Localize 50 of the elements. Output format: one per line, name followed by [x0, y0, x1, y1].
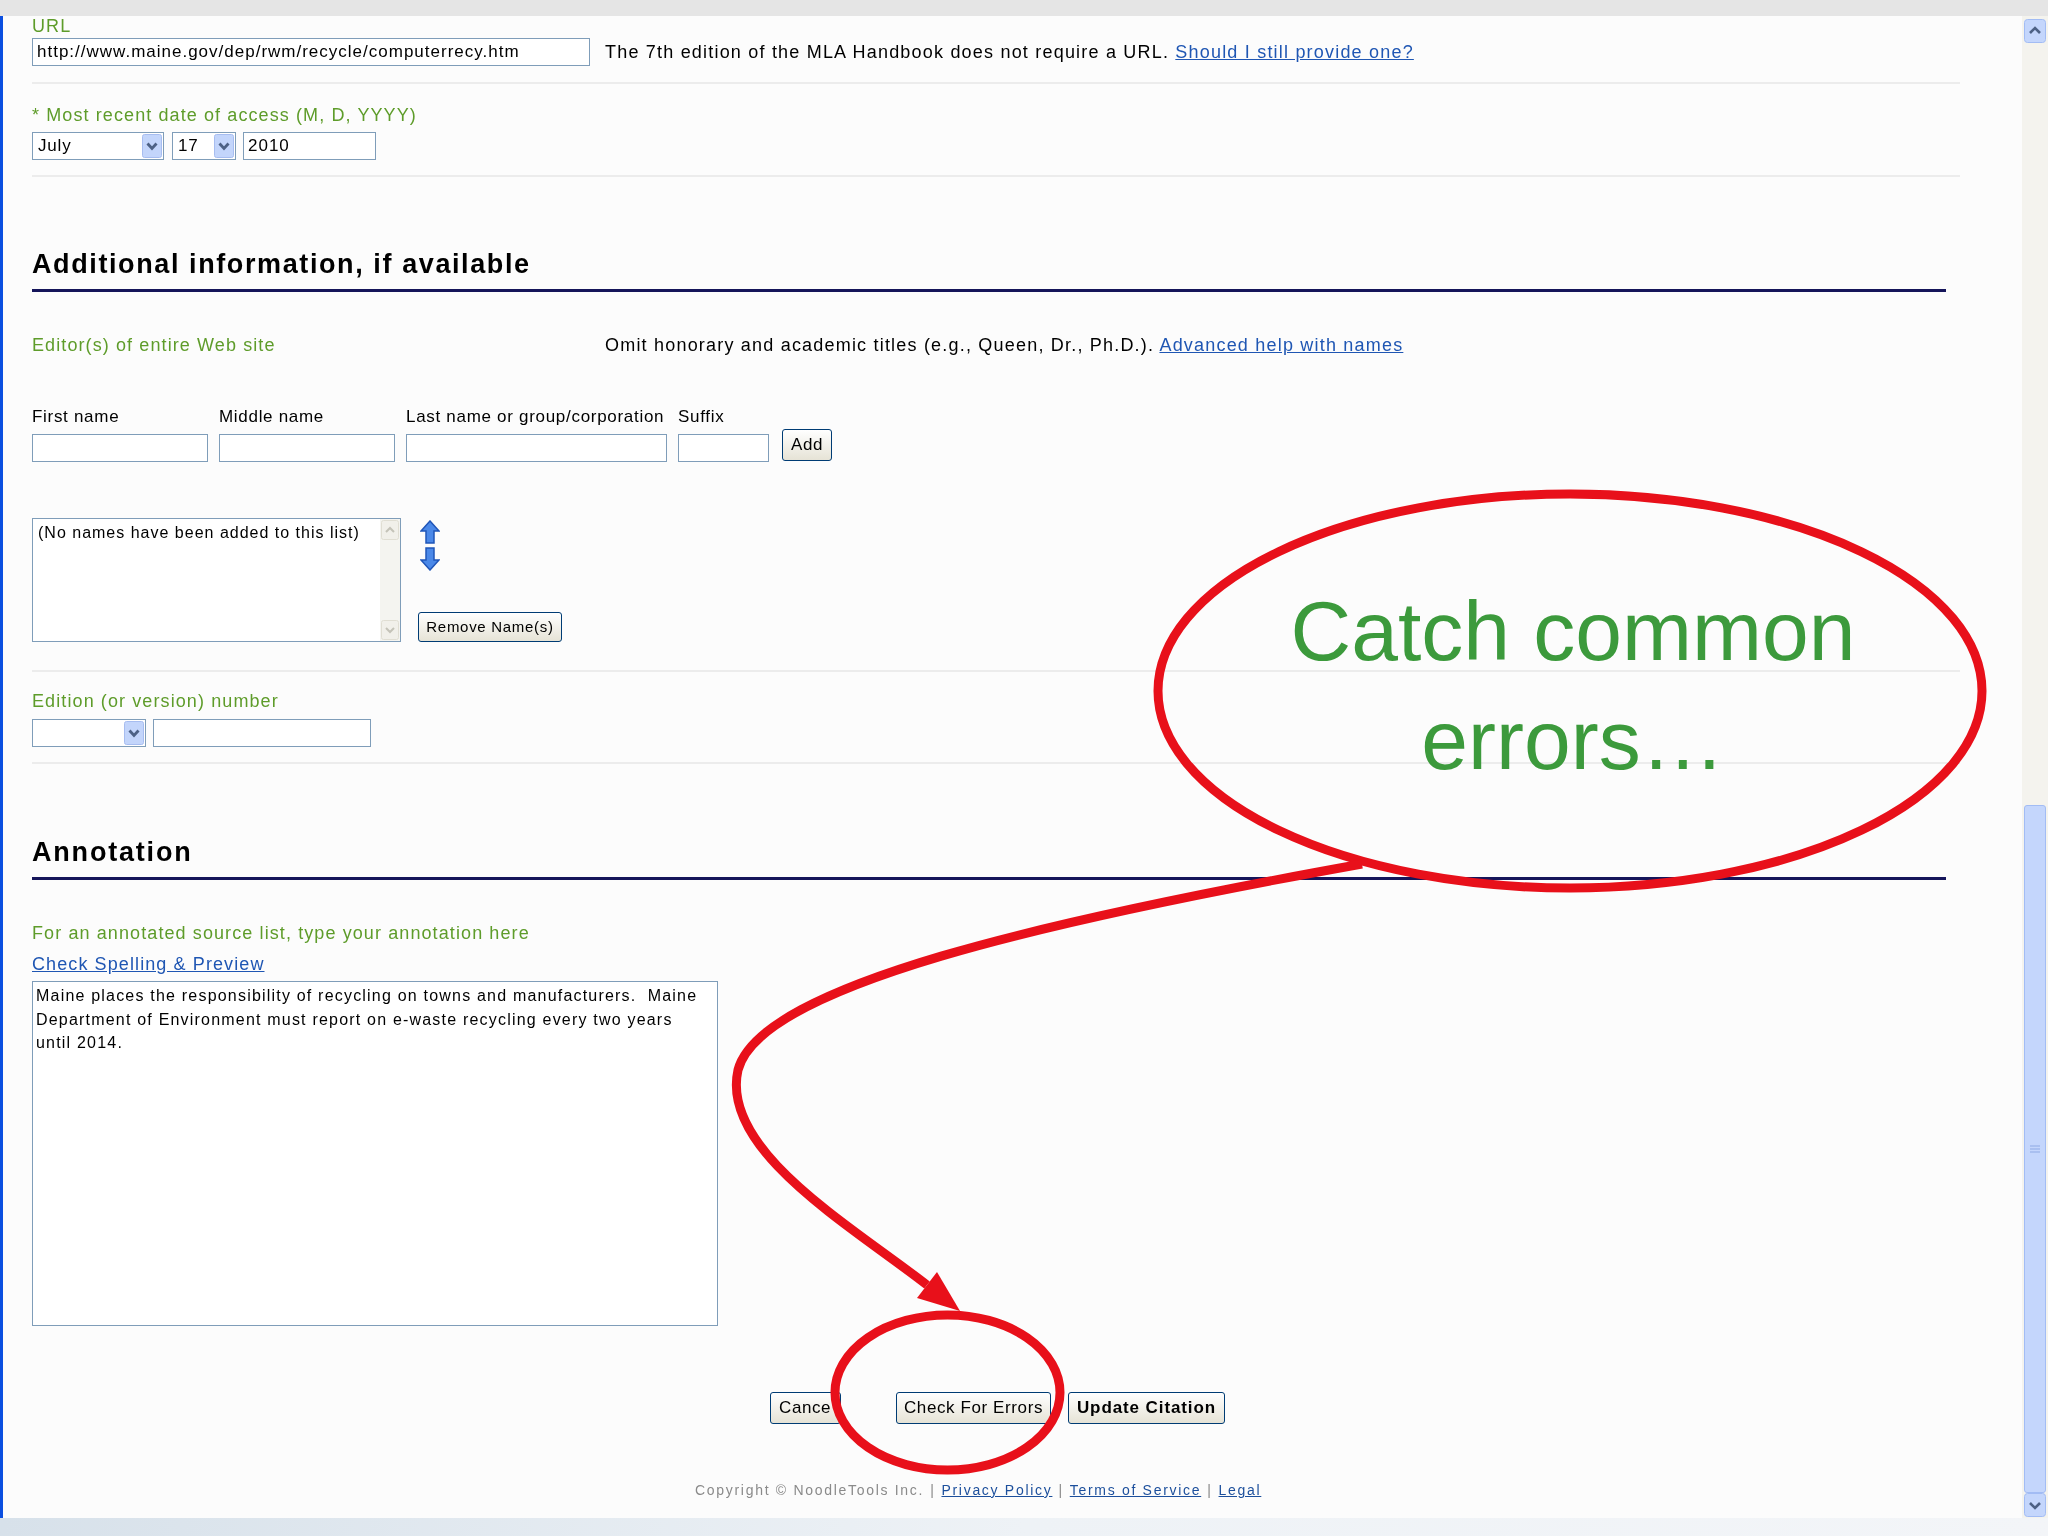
- add-button[interactable]: Add: [782, 429, 832, 461]
- names-note: Omit honorary and academic titles (e.g., Queen, Dr., Ph.D.). Advanced help with names: [605, 335, 1404, 355]
- names-listbox[interactable]: (No names have been added to this list): [32, 518, 401, 642]
- footer-link[interactable]: Legal: [1218, 1480, 1262, 1500]
- list-item[interactable]: (No names have been added to this list): [38, 523, 360, 543]
- name-input-field[interactable]: [219, 434, 395, 462]
- callout-text: Catch common errors…: [1289, 583, 1857, 789]
- name-label: First name: [32, 407, 120, 427]
- footer-separator: |: [1207, 1481, 1213, 1500]
- form-button[interactable]: Update Citation: [1068, 1392, 1225, 1424]
- form-button[interactable]: Cance: [770, 1392, 841, 1424]
- name-input-field[interactable]: [32, 434, 208, 462]
- footer-separator: |: [1058, 1481, 1064, 1500]
- remove-names-button[interactable]: Remove Name(s): [418, 612, 562, 642]
- scroll-down-icon: [381, 620, 399, 640]
- spell-check-link[interactable]: Check Spelling & Preview: [32, 954, 265, 974]
- scroll-up-icon[interactable]: [2024, 19, 2046, 43]
- footer-link[interactable]: Terms of Service: [1069, 1480, 1202, 1500]
- name-input-field[interactable]: [678, 434, 769, 462]
- copyright-text: Copyright © NoodleTools Inc.: [695, 1481, 925, 1500]
- arrow-down-icon[interactable]: [420, 547, 440, 571]
- name-input-field[interactable]: [406, 434, 667, 462]
- arrow-up-icon[interactable]: [420, 520, 440, 544]
- field-label: Editor(s) of entire Web site: [32, 335, 276, 355]
- url-note: The 7th edition of the MLA Handbook does not require a URL. Should I still provide one?: [605, 42, 1414, 62]
- month-dropdown[interactable]: July: [32, 132, 164, 160]
- grip-icon: [2030, 1145, 2040, 1153]
- footer-link[interactable]: Privacy Policy: [941, 1480, 1053, 1500]
- field-label: * Most recent date of access (M, D, YYYY): [32, 105, 417, 125]
- name-label: Middle name: [219, 407, 325, 427]
- field-label: Edition (or version) number: [32, 691, 279, 711]
- scrollbar-thumb[interactable]: [2024, 805, 2046, 1493]
- scroll-down-icon[interactable]: [2024, 1493, 2046, 1517]
- name-label: Suffix: [678, 407, 725, 427]
- field-label: For an annotated source list, type your annotation here: [32, 923, 530, 943]
- year-field[interactable]: 2010: [243, 132, 376, 160]
- form-button[interactable]: Check For Errors: [896, 1392, 1051, 1424]
- section-heading: Additional information, if available: [32, 249, 531, 279]
- names-help-link[interactable]: Advanced help with names: [1159, 335, 1404, 355]
- edition-dropdown[interactable]: [32, 719, 146, 747]
- day-dropdown[interactable]: 17: [172, 132, 236, 160]
- edition-field[interactable]: [153, 719, 371, 747]
- name-label: Last name or group/corporation: [406, 407, 665, 427]
- section-heading: Annotation: [32, 837, 193, 867]
- field-label: URL: [32, 16, 72, 36]
- url-field[interactable]: http://www.maine.gov/dep/rwm/recycle/computerrecy.htm: [32, 38, 590, 66]
- help-link[interactable]: Should I still provide one?: [1175, 42, 1414, 62]
- scroll-up-icon: [381, 520, 399, 540]
- footer-separator: |: [930, 1481, 936, 1500]
- annotation-textarea[interactable]: Maine places the responsibility of recycling on towns and manufacturers. Maine Department of Environment must report on e-waste recycling every two years until 2014.: [32, 981, 718, 1326]
